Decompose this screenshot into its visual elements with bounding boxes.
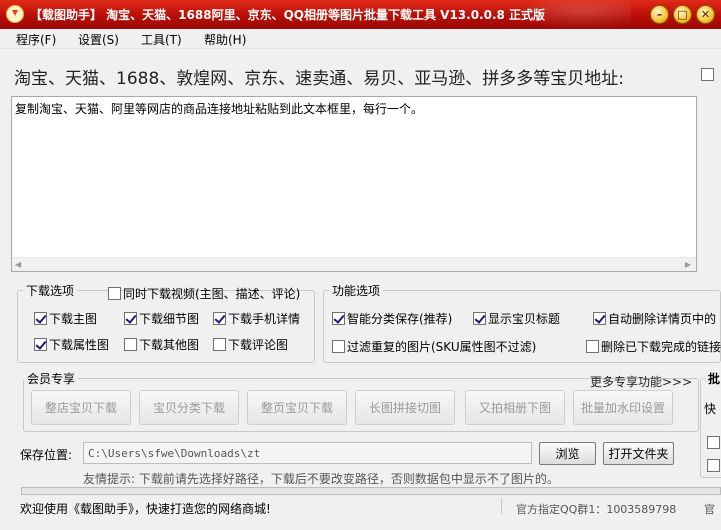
checkbox-box[interactable]: [108, 287, 121, 300]
open-folder-button[interactable]: 打开文件夹: [603, 442, 674, 465]
download-video-checkbox[interactable]: 同时下载视频(主图、描述、评论): [108, 285, 300, 302]
checkbox-box[interactable]: [34, 338, 47, 351]
checkbox-box[interactable]: [332, 312, 345, 325]
download-attribute-image-checkbox[interactable]: 下载属性图: [34, 336, 109, 353]
download-main-image-checkbox[interactable]: 下载主图: [34, 310, 97, 327]
batch-checkbox-1[interactable]: [707, 436, 720, 449]
scroll-left-icon[interactable]: ◀: [15, 260, 21, 269]
batch-checkbox-2[interactable]: [707, 459, 720, 472]
whole-shop-download-button[interactable]: 整店宝贝下载: [31, 390, 131, 425]
friendly-tip: 友情提示: 下载前请先选择好路径，下载后不要改变路径，否则数据包中显示不了图片的…: [83, 472, 559, 486]
smart-category-save-checkbox[interactable]: 智能分类保存(推荐): [332, 310, 452, 327]
checkbox-label: 同时下载视频(主图、描述、评论): [123, 287, 301, 301]
checkbox-box[interactable]: [586, 340, 599, 353]
checkbox-label: 下载评论图: [228, 338, 289, 352]
minimize-button[interactable]: –: [650, 5, 669, 24]
url-input-label: 淘宝、天猫、1688、敦煌网、京东、速卖通、易贝、亚马逊、拼多多等宝贝地址:: [14, 69, 624, 89]
checkbox-box[interactable]: [473, 312, 486, 325]
url-textarea-placeholder: 复制淘宝、天猫、阿里等网店的商品连接地址粘贴到此文本框里，每行一个。: [15, 102, 424, 116]
save-path-field[interactable]: C:\Users\sfwe\Downloads\zt: [83, 442, 532, 464]
show-title-checkbox[interactable]: 显示宝贝标题: [473, 310, 560, 327]
scroll-right-icon[interactable]: ▶: [685, 260, 691, 269]
checkbox-label: 下载其他图: [139, 338, 200, 352]
delete-finished-links-checkbox[interactable]: 删除已下载完成的链接: [586, 338, 721, 355]
download-mobile-detail-checkbox[interactable]: 下载手机详情: [213, 310, 300, 327]
checkbox-label: 过滤重复的图片(SKU属性图不过滤): [347, 340, 537, 354]
checkbox-label: 删除已下载完成的链接: [601, 340, 721, 354]
checkbox-box[interactable]: [332, 340, 345, 353]
filter-duplicate-checkbox[interactable]: 过滤重复的图片(SKU属性图不过滤): [332, 338, 536, 355]
upai-album-download-button[interactable]: 又拍相册下图: [465, 390, 565, 425]
status-divider: [501, 498, 502, 514]
app-window: 【载图助手】 淘宝、天猫、1688阿里、京东、QQ相册等图片批量下载工具 V13…: [0, 0, 721, 530]
app-logo-icon: [6, 5, 24, 23]
status-welcome: 欢迎使用《载图助手》，快速打造您的网络商城!: [20, 502, 271, 516]
checkbox-label: 下载手机详情: [228, 312, 301, 326]
url-textarea[interactable]: 复制淘宝、天猫、阿里等网店的商品连接地址粘贴到此文本框里，每行一个。 ◀ ▶: [11, 96, 697, 272]
batch-group-title: 批: [705, 370, 721, 387]
auto-checkbox[interactable]: [701, 68, 714, 81]
category-download-button[interactable]: 宝贝分类下载: [139, 390, 239, 425]
auto-delete-detail-checkbox[interactable]: 自动删除详情页中的: [593, 310, 716, 327]
function-options-title: 功能选项: [329, 282, 384, 299]
member-group-title: 会员专享: [24, 370, 79, 387]
batch-group-sub-label: 快: [704, 402, 717, 416]
checkbox-label: 显示宝贝标题: [488, 312, 561, 326]
more-features-link[interactable]: 更多专享功能>>>: [590, 373, 692, 390]
menu-settings[interactable]: 设置(S): [78, 31, 119, 48]
checkbox-label: 下载属性图: [49, 338, 110, 352]
download-other-image-checkbox[interactable]: 下载其他图: [124, 336, 199, 353]
menu-bar: 程序(F) 设置(S) 工具(T) 帮助(H): [0, 29, 721, 49]
menu-program[interactable]: 程序(F): [16, 31, 56, 48]
checkbox-box[interactable]: [124, 312, 137, 325]
status-bar: 欢迎使用《载图助手》，快速打造您的网络商城! 官方指定QQ群1：10035897…: [0, 496, 721, 530]
window-title: 【载图助手】 淘宝、天猫、1688阿里、京东、QQ相册等图片批量下载工具 V13…: [30, 8, 546, 22]
maximize-button[interactable]: □: [673, 5, 692, 24]
checkbox-box[interactable]: [213, 338, 226, 351]
checkbox-box[interactable]: [593, 312, 606, 325]
checkbox-box[interactable]: [34, 312, 47, 325]
status-right: 官: [704, 503, 715, 516]
checkbox-label: 智能分类保存(推荐): [347, 312, 453, 326]
long-image-stitch-button[interactable]: 长图拼接切图: [355, 390, 455, 425]
browse-button[interactable]: 浏览: [539, 442, 596, 465]
menu-help[interactable]: 帮助(H): [204, 31, 246, 48]
close-button[interactable]: ✕: [696, 5, 715, 24]
whole-page-download-button[interactable]: 整页宝贝下载: [247, 390, 347, 425]
checkbox-box[interactable]: [124, 338, 137, 351]
batch-watermark-button[interactable]: 批量加水印设置: [573, 390, 673, 425]
status-qq-group: 官方指定QQ群1：1003589798: [516, 503, 677, 516]
horizontal-scrollbar[interactable]: ◀ ▶: [12, 257, 696, 271]
save-location-label: 保存位置:: [20, 448, 73, 462]
download-detail-image-checkbox[interactable]: 下载细节图: [124, 310, 199, 327]
download-review-image-checkbox[interactable]: 下载评论图: [213, 336, 288, 353]
download-progress-bar: [21, 487, 721, 495]
download-options-title: 下载选项: [23, 282, 78, 299]
checkbox-label: 下载细节图: [139, 312, 200, 326]
title-bar[interactable]: 【载图助手】 淘宝、天猫、1688阿里、京东、QQ相册等图片批量下载工具 V13…: [0, 0, 721, 29]
checkbox-label: 下载主图: [49, 312, 98, 326]
checkbox-box[interactable]: [213, 312, 226, 325]
menu-tools[interactable]: 工具(T): [141, 31, 182, 48]
checkbox-label: 自动删除详情页中的: [608, 312, 717, 326]
